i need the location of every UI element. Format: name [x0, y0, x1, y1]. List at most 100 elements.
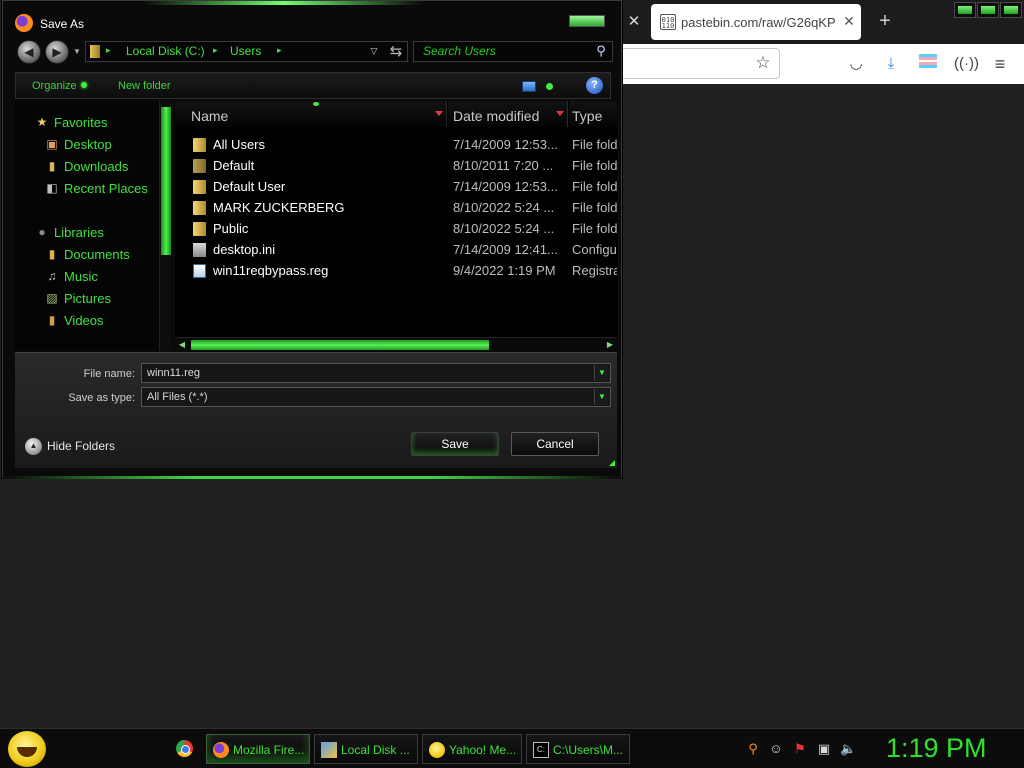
- crumb-separator-icon[interactable]: ▸: [106, 45, 111, 56]
- nav-music[interactable]: ♫ Music: [15, 266, 159, 286]
- nav-downloads[interactable]: ▮ Downloads: [15, 156, 159, 176]
- file-type: File folder: [572, 200, 617, 215]
- breadcrumb-local-disk[interactable]: Local Disk (C:): [126, 44, 205, 58]
- file-row[interactable]: Public 8/10/2022 5:24 ... File folder: [175, 219, 617, 239]
- dialog-titlebar[interactable]: Save As: [3, 1, 621, 41]
- nav-label: Favorites: [54, 115, 108, 130]
- pocket-icon[interactable]: ◡: [846, 54, 866, 74]
- recent-pages-dropdown-icon[interactable]: ▼: [73, 47, 81, 57]
- nav-libraries[interactable]: ● Libraries: [15, 222, 159, 242]
- new-tab-button[interactable]: +: [874, 10, 896, 32]
- taskbar-clock[interactable]: 1:19 PM: [886, 733, 987, 764]
- folder-icon: [193, 201, 206, 215]
- column-label: Name: [191, 108, 229, 124]
- save-button[interactable]: Save: [411, 432, 499, 456]
- file-type: Registration: [572, 263, 617, 278]
- action-center-flag-icon[interactable]: ⚑: [792, 741, 808, 757]
- close-tab-icon[interactable]: ✕: [624, 12, 644, 32]
- folder-shortcut-icon: [193, 138, 206, 152]
- file-row[interactable]: win11reqbypass.reg 9/4/2022 1:19 PM Regi…: [175, 261, 617, 281]
- network-icon[interactable]: ▣: [816, 741, 832, 757]
- column-header-date[interactable]: Date modified: [448, 101, 568, 127]
- nav-desktop[interactable]: ▣ Desktop: [15, 134, 159, 154]
- crumb-separator-icon[interactable]: ▸: [277, 45, 282, 56]
- nav-videos[interactable]: ▮ Videos: [15, 310, 159, 330]
- nav-pictures[interactable]: ▨ Pictures: [15, 288, 159, 308]
- crumb-separator-icon[interactable]: ▸: [213, 45, 218, 56]
- nav-recent-places[interactable]: ◧ Recent Places: [15, 178, 159, 198]
- browser-toolbar: ☆ ◡ ⤓ ((·)) ≡: [620, 44, 1024, 84]
- tab-pastebin[interactable]: 010 110 pastebin.com/raw/G26qKPKb ✕: [651, 4, 861, 40]
- address-bar[interactable]: ▸ Local Disk (C:) ▸ Users ▸ ▽ ⇆: [85, 41, 408, 62]
- scrollbar-thumb[interactable]: [161, 107, 171, 255]
- file-row[interactable]: All Users 7/14/2009 12:53... File folder: [175, 135, 617, 155]
- folder-icon: [193, 222, 206, 236]
- organize-button[interactable]: Organize: [32, 80, 87, 92]
- column-label: Type: [572, 108, 603, 124]
- minimize-button[interactable]: [954, 2, 976, 18]
- file-type: File folder: [572, 137, 617, 152]
- column-dropdown-icon[interactable]: [556, 111, 564, 116]
- column-dropdown-icon[interactable]: [435, 111, 443, 116]
- maximize-button[interactable]: [977, 2, 999, 18]
- column-header-type[interactable]: Type: [569, 101, 617, 127]
- change-view-icon[interactable]: [522, 81, 536, 92]
- nav-label: Videos: [64, 313, 104, 328]
- search-icon[interactable]: ⚲: [593, 43, 609, 59]
- volume-icon[interactable]: 🔈: [840, 741, 856, 757]
- refresh-icon[interactable]: ⇆: [386, 42, 406, 61]
- file-type: Configuration: [572, 242, 617, 257]
- extension-icon[interactable]: ((·)): [954, 54, 979, 74]
- cancel-button[interactable]: Cancel: [511, 432, 599, 456]
- file-name-input[interactable]: winn11.reg ▼: [141, 363, 611, 383]
- help-icon[interactable]: ?: [586, 77, 603, 94]
- bookmark-star-icon[interactable]: ☆: [753, 53, 773, 73]
- scroll-right-icon[interactable]: ▶: [603, 338, 617, 352]
- address-dropdown-icon[interactable]: ▽: [368, 45, 380, 57]
- registry-file-icon: [193, 264, 206, 278]
- chrome-icon[interactable]: [176, 740, 193, 757]
- close-dialog-button[interactable]: [569, 15, 605, 27]
- libraries-icon: ●: [38, 225, 46, 239]
- folder-icon: [90, 45, 100, 58]
- taskbar-label: Mozilla Fire...: [233, 743, 305, 757]
- file-row[interactable]: desktop.ini 7/14/2009 12:41... Configura…: [175, 240, 617, 260]
- close-tab-icon[interactable]: ✕: [840, 12, 858, 30]
- navigation-pane: ★ Favorites ▣ Desktop ▮ Downloads ◧ Rece…: [15, 101, 159, 351]
- search-icon[interactable]: ⚲: [745, 741, 761, 757]
- scrollbar-thumb[interactable]: [191, 340, 489, 350]
- resize-grip-icon[interactable]: [609, 460, 615, 466]
- taskbar-item-explorer[interactable]: Local Disk ...: [314, 734, 418, 764]
- scroll-left-icon[interactable]: ◀: [175, 338, 189, 352]
- downloads-folder-icon: ▮: [48, 159, 56, 173]
- new-folder-button[interactable]: New folder: [118, 80, 171, 92]
- explorer-icon: [321, 742, 337, 758]
- taskbar-item-yahoo-messenger[interactable]: Yahoo! Me...: [422, 734, 522, 764]
- file-row[interactable]: Default 8/10/2011 7:20 ... File folder: [175, 156, 617, 176]
- breadcrumb-users[interactable]: Users: [230, 44, 261, 58]
- forward-button[interactable]: ▶: [45, 40, 69, 64]
- view-options-dot-icon[interactable]: [546, 83, 553, 90]
- file-row[interactable]: Default User 7/14/2009 12:53... File fol…: [175, 177, 617, 197]
- chevron-down-icon[interactable]: ▼: [594, 389, 609, 405]
- taskbar-item-cmd[interactable]: C: C:\Users\M...: [526, 734, 630, 764]
- search-box[interactable]: Search Users ⚲: [413, 41, 613, 62]
- file-row[interactable]: MARK ZUCKERBERG 8/10/2022 5:24 ... File …: [175, 198, 617, 218]
- back-button[interactable]: ◀: [17, 40, 41, 64]
- file-list-scrollbar[interactable]: ◀ ▶: [175, 337, 617, 351]
- start-button[interactable]: [8, 731, 46, 767]
- extension-flag-icon[interactable]: [918, 54, 938, 74]
- chevron-down-icon[interactable]: ▼: [594, 365, 609, 381]
- save-type-select[interactable]: All Files (*.*) ▼: [141, 387, 611, 407]
- nav-pane-scrollbar[interactable]: [159, 101, 171, 351]
- download-icon[interactable]: ⤓: [881, 54, 901, 74]
- column-header-name[interactable]: Name: [175, 101, 447, 127]
- nav-favorites[interactable]: ★ Favorites: [15, 112, 159, 132]
- menu-icon[interactable]: ≡: [990, 54, 1010, 74]
- close-window-button[interactable]: [1000, 2, 1022, 18]
- messenger-tray-icon[interactable]: ☺: [768, 741, 784, 757]
- hide-folders-label: Hide Folders: [47, 439, 116, 453]
- nav-documents[interactable]: ▮ Documents: [15, 244, 159, 264]
- taskbar-item-firefox[interactable]: Mozilla Fire...: [206, 734, 310, 764]
- url-bar[interactable]: ☆: [620, 48, 780, 79]
